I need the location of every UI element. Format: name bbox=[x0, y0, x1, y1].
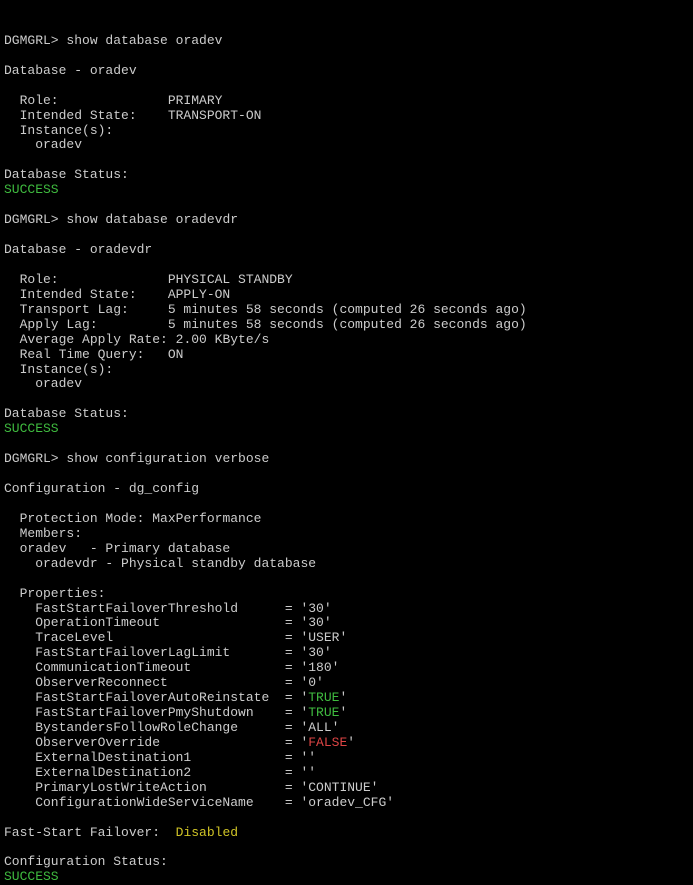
db2-status: SUCCESS bbox=[4, 421, 59, 436]
cfg-prop-7-r: ' bbox=[339, 690, 347, 705]
cfg-prop-7-l: FastStartFailoverAutoReinstate = ' bbox=[4, 690, 308, 705]
prompt: DGMGRL> bbox=[4, 33, 66, 48]
db1-header: Database - oradev bbox=[4, 63, 137, 78]
prompt: DGMGRL> bbox=[4, 451, 66, 466]
db1-istate-label: Intended State: bbox=[4, 108, 168, 123]
db2-instances-label: Instance(s): bbox=[4, 362, 113, 377]
db2-rate: 2.00 KByte/s bbox=[176, 332, 270, 347]
db2-istate: APPLY-ON bbox=[168, 287, 230, 302]
db2-rate-label: Average Apply Rate: bbox=[4, 332, 176, 347]
cfg-member-2: oradevdr - Physical standby database bbox=[4, 556, 316, 571]
db2-rtq-label: Real Time Query: bbox=[4, 347, 168, 362]
db2-status-label: Database Status: bbox=[4, 406, 129, 421]
cfg-members-label: Members: bbox=[4, 526, 82, 541]
db1-instances-label: Instance(s): bbox=[4, 123, 113, 138]
cfg-status: SUCCESS bbox=[4, 869, 59, 884]
cfg-prop-3: TraceLevel = 'USER' bbox=[4, 630, 347, 645]
cfg-prop-1: FastStartFailoverThreshold = '30' bbox=[4, 601, 332, 616]
cfg-prop-12: ExternalDestination2 = '' bbox=[4, 765, 316, 780]
db1-role-label: Role: bbox=[4, 93, 168, 108]
command-3: show configuration verbose bbox=[66, 451, 269, 466]
cfg-fsfo: Disabled bbox=[176, 825, 238, 840]
cfg-prot: MaxPerformance bbox=[152, 511, 261, 526]
cfg-prop-7-v: TRUE bbox=[308, 690, 339, 705]
cfg-prop-9: BystandersFollowRoleChange = 'ALL' bbox=[4, 720, 339, 735]
cfg-status-label: Configuration Status: bbox=[4, 854, 168, 869]
prompt: DGMGRL> bbox=[4, 212, 66, 227]
cfg-member-1: oradev - Primary database bbox=[4, 541, 230, 556]
db2-rtq: ON bbox=[168, 347, 184, 362]
db2-tlag: 5 minutes 58 seconds (computed 26 second… bbox=[168, 302, 527, 317]
db2-instance-1: oradev bbox=[4, 376, 82, 391]
cfg-prop-5: CommunicationTimeout = '180' bbox=[4, 660, 339, 675]
terminal-output: DGMGRL> show database oradev Database - … bbox=[4, 33, 527, 885]
db1-status: SUCCESS bbox=[4, 182, 59, 197]
db2-tlag-label: Transport Lag: bbox=[4, 302, 168, 317]
cfg-prop-8-r: ' bbox=[339, 705, 347, 720]
cfg-prop-13: PrimaryLostWriteAction = 'CONTINUE' bbox=[4, 780, 378, 795]
cfg-prop-2: OperationTimeout = '30' bbox=[4, 615, 332, 630]
db2-header: Database - oradevdr bbox=[4, 242, 152, 257]
cfg-header: Configuration - dg_config bbox=[4, 481, 199, 496]
db2-role-label: Role: bbox=[4, 272, 168, 287]
db2-istate-label: Intended State: bbox=[4, 287, 168, 302]
cfg-fsfo-label: Fast-Start Failover: bbox=[4, 825, 176, 840]
cfg-prop-10-v: FALSE bbox=[308, 735, 347, 750]
cfg-prop-14: ConfigurationWideServiceName = 'oradev_C… bbox=[4, 795, 394, 810]
cfg-prop-4: FastStartFailoverLagLimit = '30' bbox=[4, 645, 332, 660]
cfg-prop-10-r: ' bbox=[347, 735, 355, 750]
db1-role: PRIMARY bbox=[168, 93, 223, 108]
db2-alag-label: Apply Lag: bbox=[4, 317, 168, 332]
db2-role: PHYSICAL STANDBY bbox=[168, 272, 293, 287]
command-1: show database oradev bbox=[66, 33, 222, 48]
cfg-prop-11: ExternalDestination1 = '' bbox=[4, 750, 316, 765]
cfg-prop-8-v: TRUE bbox=[308, 705, 339, 720]
db1-status-label: Database Status: bbox=[4, 167, 129, 182]
command-2: show database oradevdr bbox=[66, 212, 238, 227]
db1-instance-1: oradev bbox=[4, 137, 82, 152]
cfg-props-label: Properties: bbox=[4, 586, 105, 601]
cfg-prop-8-l: FastStartFailoverPmyShutdown = ' bbox=[4, 705, 308, 720]
cfg-prot-label: Protection Mode: bbox=[4, 511, 152, 526]
cfg-prop-6: ObserverReconnect = '0' bbox=[4, 675, 324, 690]
db2-alag: 5 minutes 58 seconds (computed 26 second… bbox=[168, 317, 527, 332]
cfg-prop-10-l: ObserverOverride = ' bbox=[4, 735, 308, 750]
db1-istate: TRANSPORT-ON bbox=[168, 108, 262, 123]
